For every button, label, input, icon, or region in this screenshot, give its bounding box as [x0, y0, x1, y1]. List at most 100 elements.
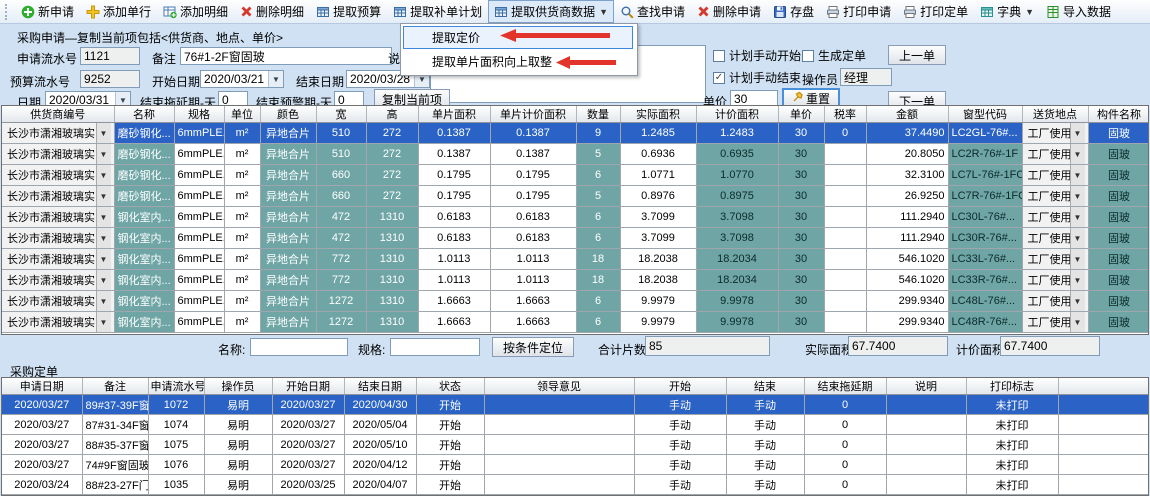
cell[interactable]: 异地合片 [260, 144, 316, 165]
cell[interactable]: m² [224, 123, 260, 144]
cell[interactable]: 1075 [148, 435, 204, 455]
cell[interactable]: 2020/03/27 [2, 435, 82, 455]
actual-area-field[interactable] [848, 336, 948, 356]
table-row[interactable]: 2020/03/2787#31-34F窗固玻1074易明2020/03/2720… [2, 415, 1149, 435]
cell[interactable]: LC7L-76#-1FO [948, 165, 1022, 186]
cell[interactable]: 手动 [634, 475, 726, 495]
cell[interactable]: 1310 [366, 270, 418, 291]
cell[interactable]: 2020/03/27 [2, 415, 82, 435]
table-row[interactable]: 长沙市潇湘玻璃实...▼钢化室内...6mmPLE...m²异地合片772131… [2, 270, 1149, 291]
cell[interactable]: LC30L-76#... [948, 207, 1022, 228]
cell[interactable]: 9 [576, 123, 620, 144]
cell[interactable]: 长沙市潇湘玻璃实...▼ [2, 249, 114, 270]
cell[interactable]: LC48L-76#... [948, 291, 1022, 312]
cell[interactable]: 9.9979 [620, 291, 696, 312]
cell[interactable]: 2020/03/27 [2, 455, 82, 475]
cell[interactable]: 易明 [204, 395, 272, 415]
cell[interactable]: 钢化室内... [114, 291, 174, 312]
cell[interactable]: 18 [576, 249, 620, 270]
cell[interactable]: 88#23-27F门顶玻 [82, 475, 148, 495]
cell[interactable]: 手动 [726, 395, 804, 415]
cell[interactable]: 开始 [416, 395, 484, 415]
budget-field[interactable] [80, 70, 140, 88]
cell[interactable]: 工厂使用▼ [1022, 270, 1088, 291]
cell[interactable]: 未打印 [966, 395, 1058, 415]
chevron-down-icon[interactable]: ▼ [1025, 7, 1034, 17]
cell[interactable]: 5 [576, 186, 620, 207]
cell[interactable]: 1272 [316, 312, 366, 333]
table-row[interactable]: 2020/03/2488#23-27F门顶玻1035易明2020/03/2520… [2, 475, 1149, 495]
cell[interactable]: 0 [804, 395, 886, 415]
cell[interactable]: 1.6663 [418, 312, 490, 333]
cell[interactable]: 1.6663 [490, 291, 576, 312]
cell[interactable]: 510 [316, 123, 366, 144]
cell[interactable]: 18.2034 [696, 270, 778, 291]
chevron-down-icon[interactable]: ▼ [1070, 144, 1085, 164]
cell[interactable] [886, 395, 966, 415]
cell[interactable]: 0.1795 [418, 186, 490, 207]
cell[interactable]: 1272 [316, 291, 366, 312]
cell[interactable]: 272 [366, 186, 418, 207]
cell[interactable]: LC2GL-76#... [948, 123, 1022, 144]
cell[interactable]: 1.2483 [696, 123, 778, 144]
cell[interactable]: 异地合片 [260, 123, 316, 144]
cell[interactable]: 20.8050 [866, 144, 948, 165]
cell[interactable]: 固玻 [1088, 228, 1149, 249]
cell[interactable]: m² [224, 207, 260, 228]
cell[interactable]: 1.0770 [696, 165, 778, 186]
cell[interactable]: 9.9978 [696, 291, 778, 312]
cell[interactable]: 工厂使用▼ [1022, 291, 1088, 312]
cell[interactable]: 工厂使用▼ [1022, 228, 1088, 249]
cell[interactable]: 长沙市潇湘玻璃实...▼ [2, 123, 114, 144]
cell[interactable]: 0.1387 [490, 123, 576, 144]
cell[interactable] [824, 207, 866, 228]
toolbar-button-2[interactable]: 添加单行 [80, 0, 157, 23]
cell[interactable]: 1310 [366, 207, 418, 228]
cell[interactable]: 长沙市潇湘玻璃实...▼ [2, 228, 114, 249]
cell[interactable]: 开始 [416, 435, 484, 455]
cell[interactable]: 2020/03/27 [272, 455, 344, 475]
cell[interactable]: m² [224, 312, 260, 333]
cell[interactable]: 0 [804, 435, 886, 455]
cell[interactable]: 6 [576, 165, 620, 186]
toolbar-button-7[interactable]: 提取供货商数据▼ [488, 0, 614, 23]
table-row[interactable]: 长沙市潇湘玻璃实...▼钢化室内...6mmPLE...m²异地合片127213… [2, 312, 1149, 333]
cell[interactable]: 磨砂钢化... [114, 186, 174, 207]
cell[interactable]: 3.7099 [620, 228, 696, 249]
filter-spec-input[interactable] [390, 338, 480, 356]
toolbar-button-8[interactable]: 查找申请 [614, 0, 691, 23]
cell[interactable]: 钢化室内... [114, 249, 174, 270]
cell[interactable]: 18.2034 [696, 249, 778, 270]
cell[interactable]: 6mmPLE... [174, 165, 224, 186]
cell[interactable] [824, 186, 866, 207]
chevron-down-icon[interactable]: ▼ [96, 165, 111, 185]
cell[interactable]: 30 [778, 270, 824, 291]
checkbox-generate-order[interactable]: 生成定单 [802, 47, 866, 64]
cell[interactable]: 工厂使用▼ [1022, 123, 1088, 144]
cell[interactable]: 0.6183 [418, 207, 490, 228]
cell[interactable]: 易明 [204, 435, 272, 455]
cell[interactable]: 88#35-37F窗固玻 [82, 435, 148, 455]
cell[interactable]: 546.1020 [866, 249, 948, 270]
cell[interactable] [1058, 395, 1149, 415]
cell[interactable]: 772 [316, 270, 366, 291]
cell[interactable]: 6mmPLE... [174, 249, 224, 270]
operator-field[interactable] [840, 68, 892, 86]
cell[interactable]: 30 [778, 144, 824, 165]
cell[interactable]: 工厂使用▼ [1022, 312, 1088, 333]
cell[interactable]: 6mmPLE... [174, 228, 224, 249]
cell[interactable]: 钢化室内... [114, 312, 174, 333]
cell[interactable]: 30 [778, 249, 824, 270]
toolbar-grip[interactable] [5, 4, 11, 20]
checkbox-icon[interactable] [802, 50, 814, 62]
cell[interactable]: 1074 [148, 415, 204, 435]
chevron-down-icon[interactable]: ▼ [96, 144, 111, 164]
cell[interactable]: 未打印 [966, 475, 1058, 495]
chevron-down-icon[interactable]: ▼ [1070, 291, 1085, 311]
cell[interactable]: 长沙市潇湘玻璃实...▼ [2, 207, 114, 228]
checkbox-icon[interactable] [713, 50, 725, 62]
table-row[interactable]: 长沙市潇湘玻璃实...▼钢化室内...6mmPLE...m²异地合片472131… [2, 207, 1149, 228]
cell[interactable]: 30 [778, 207, 824, 228]
cell[interactable] [886, 435, 966, 455]
cell[interactable]: 0.1387 [490, 144, 576, 165]
